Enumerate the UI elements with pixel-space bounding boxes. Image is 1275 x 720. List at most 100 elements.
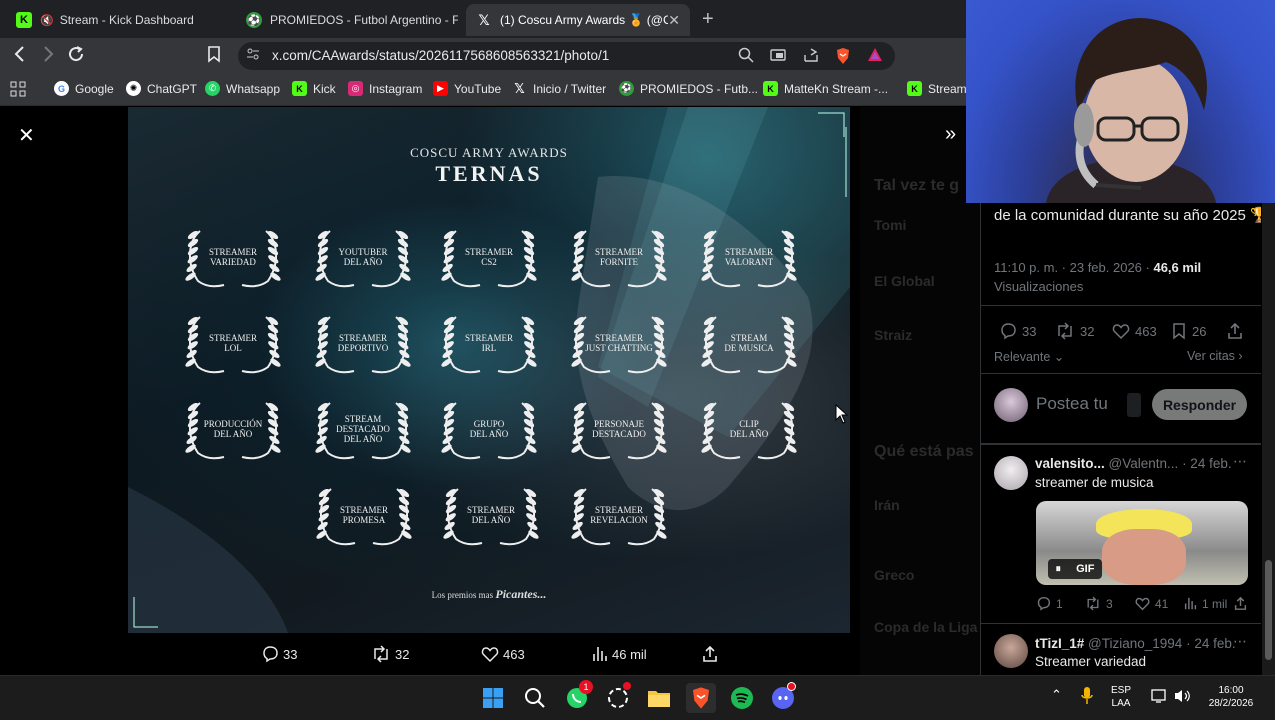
share-icon[interactable] (803, 47, 819, 67)
close-tab-icon[interactable]: ✕ (668, 12, 680, 29)
file-explorer-icon[interactable] (644, 683, 674, 713)
bookmark-google[interactable]: G Google (54, 81, 114, 96)
award-category: STREAMER CS2 (434, 225, 544, 289)
bookmark-instagram[interactable]: ◎ Instagram (348, 81, 422, 96)
image-repost-button[interactable]: 32 (371, 645, 409, 663)
clock[interactable]: 16:00 28/2/2026 (1202, 684, 1260, 710)
category-label-line: GRUPO (473, 419, 505, 429)
more-options-icon[interactable]: ⋯ (1233, 633, 1247, 650)
poster-tagline: Los premios mas Picantes... (128, 587, 850, 602)
bookmark-youtube[interactable]: ▶ YouTube (433, 81, 501, 96)
reply-compose-input[interactable]: Postea tu (1036, 394, 1108, 414)
close-viewer-icon[interactable]: ✕ (18, 123, 35, 148)
bookmark-page-icon[interactable] (206, 45, 222, 68)
spotify-icon[interactable] (727, 683, 757, 713)
tweet-repost-button[interactable]: 32 (1055, 322, 1094, 340)
tab-promiedos[interactable]: ⚽ PROMIEDOS - Futbol Argentino - Fút (236, 4, 458, 36)
view-quotes-link[interactable]: Ver citas › (1187, 349, 1243, 363)
collapse-panel-icon[interactable]: » (945, 123, 956, 146)
category-label-line: FORNITE (599, 257, 638, 267)
background-feed: Tal vez te g Tomi El Global Straiz Qué e… (860, 107, 980, 675)
category-label-line: STREAMER (339, 505, 388, 515)
reload-icon[interactable] (67, 45, 85, 68)
bookmark-whatsapp[interactable]: ✆ Whatsapp (205, 81, 280, 96)
reply-gif[interactable]: ⏸ GIF (1036, 501, 1248, 585)
tab-coscu-army-awards[interactable]: 𝕏 (1) Coscu Army Awards 🏅 (@CA ✕ (466, 4, 690, 36)
bookmark-kick[interactable]: K Kick (292, 81, 336, 96)
bookmark-matteknstream[interactable]: K MatteKn Stream -... (763, 81, 888, 96)
own-avatar[interactable] (994, 388, 1028, 422)
reply-author-name[interactable]: tTizI_1# (1035, 636, 1084, 651)
tab-kick-dashboard[interactable]: K 🔇 Stream - Kick Dashboard (6, 4, 232, 36)
gif-controls[interactable]: ⏸ GIF (1048, 559, 1102, 579)
award-category: STREAMER DEL AÑO (436, 483, 546, 547)
windows-start-icon[interactable] (478, 683, 508, 713)
more-options-icon[interactable]: ⋯ (1233, 453, 1247, 470)
reply-button[interactable]: Responder (1152, 389, 1247, 420)
tweet-bookmark-button[interactable]: 26 (1171, 322, 1206, 340)
image-views-button[interactable]: 46 mil (592, 645, 647, 663)
reply-author-name[interactable]: valensito... (1035, 456, 1105, 471)
bookmark-twitter[interactable]: 𝕏 Inicio / Twitter (512, 81, 606, 96)
reply-author-avatar[interactable] (994, 634, 1028, 668)
url-text[interactable]: x.com/CAAwards/status/202611756860856332… (272, 48, 609, 63)
show-hidden-icons[interactable]: ⌃ (1051, 688, 1062, 701)
awards-poster-image[interactable]: COSCU ARMY AWARDS TERNAS STREAMER VARIEDA… (128, 107, 850, 633)
pause-icon[interactable]: ⏸ (1056, 563, 1062, 576)
new-tab-button[interactable]: + (702, 8, 714, 31)
reply-like-button[interactable]: 41 (1135, 596, 1168, 611)
zoom-icon[interactable] (738, 47, 754, 67)
keyboard-language[interactable]: ESP LAA (1111, 684, 1131, 710)
reply-date[interactable]: · 24 feb. (1182, 456, 1232, 471)
gif-content-face (1102, 529, 1186, 585)
microphone-icon[interactable] (1080, 686, 1094, 710)
brave-taskbar-icon[interactable] (686, 683, 716, 713)
discord-icon[interactable] (768, 682, 798, 713)
tweet-share-button[interactable] (1227, 322, 1248, 340)
image-reply-button[interactable]: 33 (261, 645, 297, 663)
volume-icon[interactable] (1173, 688, 1191, 708)
whatsapp-taskbar-icon[interactable]: 1 (562, 680, 593, 713)
category-label-line: VARIEDAD (210, 257, 256, 267)
muted-speaker-icon[interactable]: 🔇 (40, 14, 54, 27)
category-label-line: JUST CHATTING (585, 343, 653, 353)
sort-replies-dropdown[interactable]: Relevante ⌄ (994, 349, 1064, 364)
reply-date[interactable]: · 24 feb. (1186, 636, 1236, 651)
bookmark-stream[interactable]: K Stream (907, 81, 967, 96)
brave-shields-icon[interactable] (835, 47, 851, 69)
back-icon[interactable] (12, 45, 28, 68)
reply-share-button[interactable] (1234, 596, 1252, 611)
award-category: STREAMER JUST CHATTING (564, 311, 674, 375)
apps-grid-icon[interactable] (10, 81, 26, 97)
site-settings-icon[interactable] (246, 47, 260, 65)
bookmark-chatgpt[interactable]: ✺ ChatGPT (126, 81, 197, 96)
search-icon[interactable] (520, 683, 550, 713)
bookmark-promiedos[interactable]: ⚽ PROMIEDOS - Futb... (619, 81, 758, 96)
network-icon[interactable] (1151, 688, 1169, 708)
reply-author-handle[interactable]: @Valentn... (1109, 456, 1179, 471)
category-label-line: STREAMER (594, 247, 643, 257)
reply-author-handle[interactable]: @Tiziano_1994 (1088, 636, 1182, 651)
brave-rewards-icon[interactable] (867, 47, 883, 67)
share-icon (703, 645, 717, 662)
cast-icon[interactable] (770, 47, 786, 67)
reply-views-button[interactable]: 1 mil (1184, 596, 1227, 611)
tweet-like-button[interactable]: 463 (1112, 322, 1157, 340)
tweet-reply-button[interactable]: 33 (999, 322, 1036, 340)
chatgpt-taskbar-icon[interactable] (603, 682, 633, 713)
tagline-prefix: Los premios mas (431, 590, 494, 600)
reply-author-avatar[interactable] (994, 456, 1028, 490)
award-category: YOUTUBER DEL AÑO (308, 225, 418, 289)
image-like-button[interactable]: 463 (481, 645, 525, 663)
scrollbar-thumb[interactable] (1265, 560, 1272, 660)
forward-icon[interactable] (40, 45, 56, 68)
like-count: 463 (503, 646, 525, 662)
category-label-line: DESTACADO (336, 424, 390, 434)
divider (981, 305, 1261, 306)
tweet-timestamp[interactable]: 11:10 p. m. · 23 feb. 2026 · (994, 260, 1153, 275)
image-share-button[interactable] (702, 645, 722, 663)
heart-icon (1135, 597, 1150, 611)
compose-resize-handle[interactable] (1127, 393, 1141, 417)
reply-reply-button[interactable]: 1 (1036, 596, 1063, 611)
reply-repost-button[interactable]: 3 (1085, 596, 1113, 611)
